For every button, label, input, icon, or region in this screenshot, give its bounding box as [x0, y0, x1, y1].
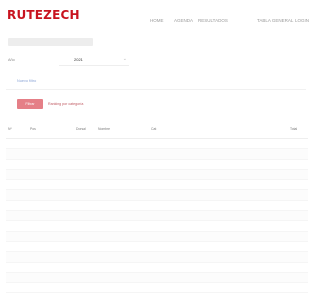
- new-filter-link[interactable]: Nuevo filtro: [17, 79, 36, 83]
- table-row[interactable]: [6, 169, 308, 181]
- table-row[interactable]: [6, 272, 308, 284]
- table-row[interactable]: [6, 283, 308, 293]
- nav-item-agenda[interactable]: AGENDA: [174, 18, 193, 23]
- site-logo[interactable]: RUTEZECH: [7, 8, 80, 22]
- page-title: [8, 38, 93, 46]
- nav-item-home[interactable]: HOME: [150, 18, 164, 23]
- table-row[interactable]: [6, 231, 308, 242]
- col-total[interactable]: Total: [290, 127, 297, 131]
- table-row[interactable]: [6, 149, 308, 160]
- table-row[interactable]: [6, 190, 308, 201]
- results-table: Nº Pos Dorsal Nombre Cat Total: [6, 124, 308, 293]
- col-nombre[interactable]: Nombre: [98, 127, 110, 131]
- table-row[interactable]: [6, 252, 308, 263]
- table-row[interactable]: [6, 160, 308, 170]
- table-body: [6, 139, 308, 293]
- main-nav: HOME AGENDA RESULTADOS TABLA GENERAL LOG…: [150, 18, 309, 26]
- col-dorsal[interactable]: Dorsal: [76, 127, 86, 131]
- col-num[interactable]: Nº: [8, 127, 12, 131]
- nav-item-resultados[interactable]: RESULTADOS: [198, 18, 228, 23]
- year-select[interactable]: 2021 ⌄: [59, 56, 129, 66]
- table-row[interactable]: [6, 221, 308, 232]
- table-row[interactable]: [6, 263, 308, 273]
- filter-button[interactable]: Filtrar: [17, 99, 43, 109]
- table-row[interactable]: [6, 201, 308, 212]
- table-row[interactable]: [6, 242, 308, 253]
- table-row[interactable]: [6, 139, 308, 150]
- col-cat[interactable]: Cat: [151, 127, 156, 131]
- table-row[interactable]: [6, 180, 308, 191]
- year-label: Año: [8, 58, 15, 62]
- table-header: Nº Pos Dorsal Nombre Cat Total: [6, 124, 308, 139]
- nav-item-login[interactable]: LOGIN: [295, 18, 309, 23]
- divider: [6, 89, 306, 90]
- table-row[interactable]: [6, 211, 308, 222]
- nav-item-tabla[interactable]: TABLA GENERAL: [257, 18, 293, 23]
- year-select-value: 2021: [74, 57, 83, 62]
- col-pos[interactable]: Pos: [30, 127, 36, 131]
- ranking-category-button[interactable]: Ranking por categoría: [48, 102, 83, 106]
- chevron-down-icon: ⌄: [122, 56, 127, 62]
